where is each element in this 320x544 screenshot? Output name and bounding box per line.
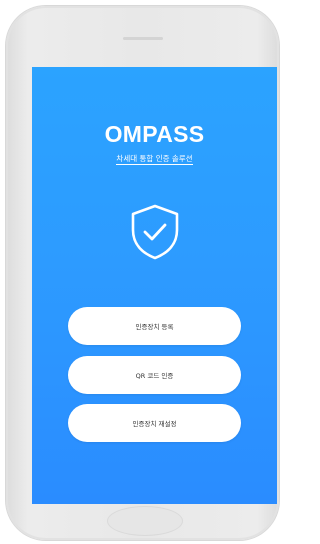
shield-check-icon	[131, 204, 179, 260]
app-logo-text: OMPASS	[104, 121, 205, 147]
reset-device-label: 인증장치 재설정	[132, 420, 177, 428]
phone-frame: OMPASS 차세대 통합 인증 솔루션 인증장치 등록 QR 코드 인증 인증…	[6, 6, 279, 540]
register-device-button[interactable]: 인증장치 등록	[68, 307, 241, 345]
reset-device-button[interactable]: 인증장치 재설정	[68, 404, 241, 442]
tagline-text: 차세대 통합 인증 솔루션	[116, 154, 193, 165]
app-screen: OMPASS 차세대 통합 인증 솔루션 인증장치 등록 QR 코드 인증 인증…	[32, 67, 277, 504]
home-button[interactable]	[107, 506, 183, 536]
qr-code-auth-label: QR 코드 인증	[135, 372, 174, 380]
register-device-label: 인증장치 등록	[135, 323, 174, 331]
phone-speaker	[123, 37, 163, 40]
app-tagline: 차세대 통합 인증 솔루션	[32, 153, 277, 165]
qr-code-auth-button[interactable]: QR 코드 인증	[68, 356, 241, 394]
